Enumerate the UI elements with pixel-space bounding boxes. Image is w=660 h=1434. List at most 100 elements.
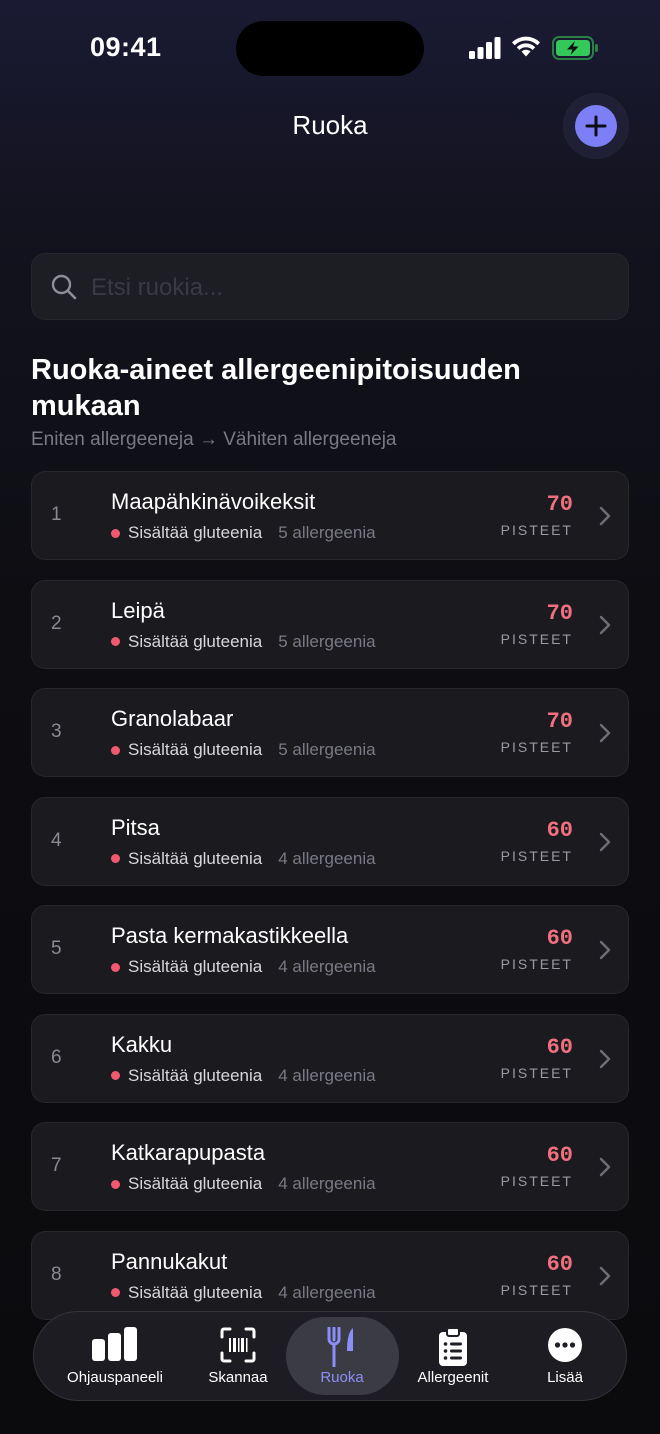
allergen-count: 4 allergeenia — [278, 848, 376, 868]
dynamic-island — [236, 21, 424, 76]
rank-number: 6 — [51, 1046, 62, 1068]
food-row-6[interactable]: 6 Kakku Sisältää gluteenia 4 allergeenia… — [31, 1013, 629, 1103]
battery-charging-icon — [552, 36, 598, 60]
search-bar — [31, 253, 629, 320]
clipboard-list-icon — [439, 1327, 467, 1366]
food-meta: Sisältää gluteenia 4 allergeenia — [111, 849, 376, 869]
allergen-count: 4 allergeenia — [278, 1174, 376, 1193]
food-name: Granolabaar — [111, 706, 234, 731]
chevron-right-icon — [599, 506, 611, 526]
chevron-right-icon — [599, 832, 611, 851]
score-label: PISTEET — [500, 1173, 573, 1189]
score-label: PISTEET — [500, 630, 573, 647]
food-name: Kakku — [111, 1031, 173, 1057]
gluten-dot-icon — [111, 1071, 120, 1080]
food-row-3[interactable]: 3 Granolabaar Sisältää gluteenia 5 aller… — [31, 688, 629, 777]
gluten-dot-icon — [111, 962, 120, 972]
allergen-count: 4 allergeenia — [278, 1282, 376, 1302]
tab-dashboard[interactable]: Ohjauspaneeli — [43, 1311, 187, 1401]
gluten-dot-icon — [111, 1179, 120, 1189]
section-title: Ruoka-aineet allergeenipitoisuuden mukaa… — [31, 354, 521, 422]
search-icon — [51, 274, 77, 300]
gluten-tag: Sisältää gluteenia — [128, 523, 263, 542]
score-value: 60 — [546, 1034, 573, 1060]
chevron-right-icon — [599, 1157, 611, 1177]
allergen-count: 5 allergeenia — [278, 740, 376, 759]
allergen-count: 4 allergeenia — [278, 1065, 376, 1085]
food-meta: Sisältää gluteenia 4 allergeenia — [111, 1283, 376, 1303]
status-bar: 09:41 — [0, 0, 660, 96]
gluten-tag: Sisältää gluteenia — [128, 848, 263, 868]
wifi-icon — [512, 36, 540, 57]
score-value: 60 — [546, 1143, 573, 1168]
food-row-4[interactable]: 4 Pitsa Sisältää gluteenia 4 allergeenia… — [31, 796, 629, 886]
food-meta: Sisältää gluteenia 5 allergeenia — [111, 523, 376, 543]
bar-chart-icon — [92, 1327, 137, 1361]
tab-food[interactable]: Ruoka — [289, 1311, 395, 1401]
fork-knife-icon — [327, 1327, 353, 1367]
gluten-dot-icon — [111, 528, 120, 538]
tab-more[interactable]: Lisää — [511, 1311, 619, 1401]
score-value: 60 — [546, 817, 573, 843]
rank-number: 1 — [51, 504, 62, 525]
add-food-button-container — [564, 94, 628, 158]
food-meta: Sisältää gluteenia 5 allergeenia — [111, 740, 376, 760]
rank-number: 7 — [51, 1155, 62, 1176]
food-row-1[interactable]: 1 Maapähkinävoikeksit Sisältää gluteenia… — [31, 471, 629, 560]
score-value: 70 — [546, 600, 573, 626]
score-label: PISTEET — [500, 522, 573, 538]
food-meta: Sisältää gluteenia 4 allergeenia — [111, 1066, 376, 1086]
tab-scan[interactable]: Skannaa — [187, 1311, 289, 1401]
gluten-tag: Sisältää gluteenia — [128, 1065, 263, 1085]
status-time: 09:41 — [90, 32, 162, 62]
food-meta: Sisältää gluteenia 4 allergeenia — [111, 957, 376, 977]
allergen-count: 4 allergeenia — [278, 957, 376, 976]
food-name: Pitsa — [111, 814, 160, 840]
food-row-5[interactable]: 5 Pasta kermakastikkeella Sisältää glute… — [31, 905, 629, 994]
more-icon — [548, 1328, 582, 1362]
food-meta: Sisältää gluteenia 4 allergeenia — [111, 1174, 376, 1194]
score-value: 70 — [546, 492, 573, 517]
tab-label: Ruoka — [320, 1369, 364, 1386]
score-label: PISTEET — [500, 956, 573, 972]
score-value: 70 — [546, 709, 573, 734]
add-food-button[interactable] — [575, 105, 617, 147]
score-value: 60 — [546, 1251, 573, 1277]
food-name: Leipä — [111, 597, 165, 623]
gluten-tag: Sisältää gluteenia — [128, 1174, 263, 1193]
page-title: Ruoka — [292, 110, 368, 140]
score-label: PISTEET — [500, 1281, 573, 1298]
gluten-dot-icon — [111, 745, 120, 755]
tab-bar: Ohjauspaneeli Skannaa Ruoka Allergeenit — [33, 1311, 627, 1401]
food-list: 1 Maapähkinävoikeksit Sisältää gluteenia… — [31, 471, 629, 1339]
chevron-right-icon — [599, 940, 611, 960]
food-row-7[interactable]: 7 Katkarapupasta Sisältää gluteenia 4 al… — [31, 1122, 629, 1211]
food-row-8[interactable]: 8 Pannukakut Sisältää gluteenia 4 allerg… — [31, 1230, 629, 1320]
allergen-count: 5 allergeenia — [278, 631, 376, 651]
food-name: Pannukakut — [111, 1248, 228, 1274]
gluten-dot-icon — [111, 1288, 120, 1297]
gluten-dot-icon — [111, 637, 120, 646]
food-row-2[interactable]: 2 Leipä Sisältää gluteenia 5 allergeenia… — [31, 579, 629, 669]
chevron-right-icon — [599, 723, 611, 743]
score-label: PISTEET — [500, 739, 573, 755]
allergen-count: 5 allergeenia — [278, 523, 376, 542]
barcode-scan-icon — [220, 1327, 256, 1363]
gluten-tag: Sisältää gluteenia — [128, 957, 263, 976]
tab-label: Ohjauspaneeli — [67, 1369, 163, 1386]
rank-number: 5 — [51, 938, 62, 959]
rank-number: 3 — [51, 721, 62, 742]
tab-label: Allergeenit — [417, 1369, 489, 1386]
tab-allergens[interactable]: Allergeenit — [395, 1311, 511, 1401]
tab-label: Lisää — [547, 1369, 583, 1386]
food-name: Katkarapupasta — [111, 1140, 266, 1165]
search-input[interactable] — [89, 267, 613, 309]
food-meta: Sisältää gluteenia 5 allergeenia — [111, 632, 376, 652]
gluten-tag: Sisältää gluteenia — [128, 631, 263, 651]
gluten-tag: Sisältää gluteenia — [128, 740, 263, 759]
score-label: PISTEET — [500, 847, 573, 864]
rank-number: 8 — [51, 1263, 62, 1285]
rank-number: 2 — [51, 612, 62, 634]
gluten-dot-icon — [111, 854, 120, 863]
rank-number: 4 — [51, 829, 62, 851]
